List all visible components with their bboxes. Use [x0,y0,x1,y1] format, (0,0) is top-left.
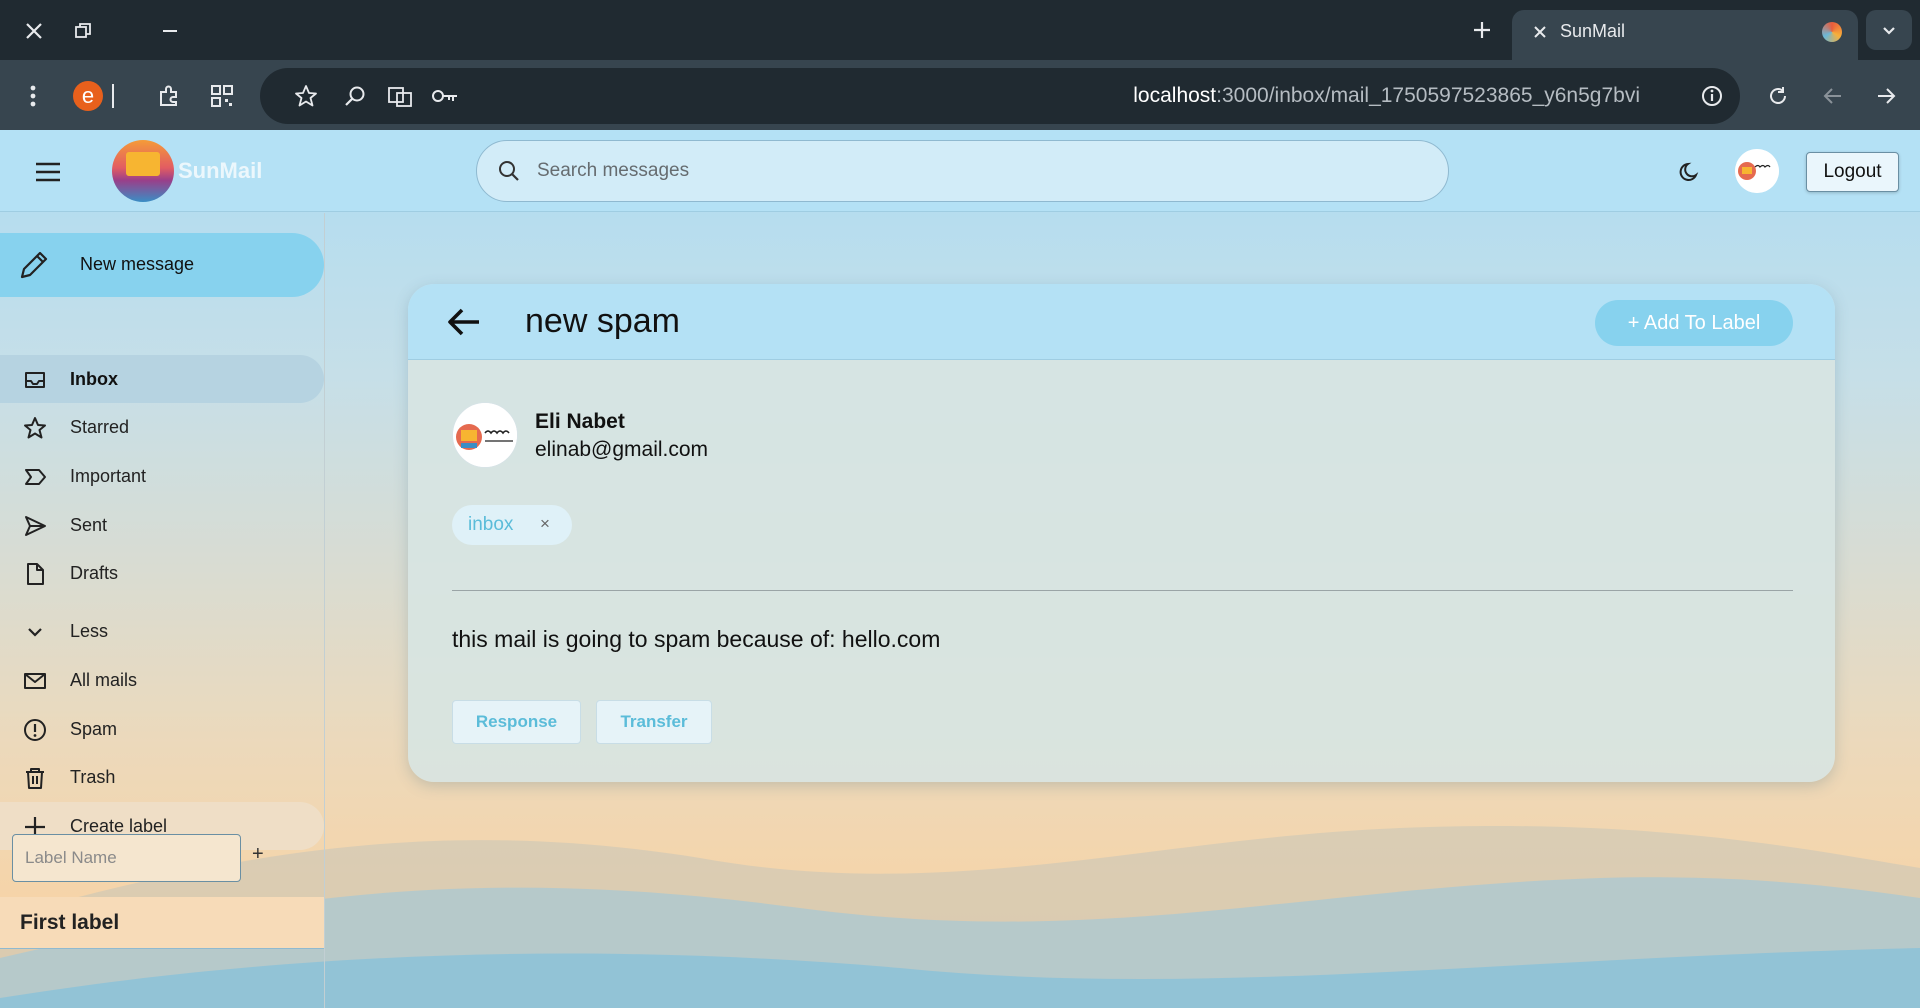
mail-header: new spam + Add To Label [408,284,1835,360]
sidebar-item-starred[interactable]: Starred [0,403,324,451]
extensions-puzzle-icon[interactable] [149,76,189,116]
transfer-button[interactable]: Transfer [596,700,712,744]
inbox-icon [22,367,48,393]
site-info-icon[interactable] [1692,76,1732,116]
forward-nav-icon[interactable] [1866,76,1906,116]
logout-button[interactable]: Logout [1806,152,1899,192]
app-header: SunMail Logout [0,130,1920,212]
address-bar[interactable]: localhost:3000/inbox/mail_1750597523865_… [260,68,1740,124]
tab-favicon-icon [1822,22,1842,42]
sender-name: Eli Nabet [535,410,625,433]
mail-view-card: new spam + Add To Label Eli Nabet elinab… [408,284,1835,782]
trash-icon [22,765,48,791]
extension-e-icon[interactable]: e [68,76,108,116]
sidebar-item-inbox[interactable]: Inbox [0,355,324,403]
dark-mode-moon-icon[interactable] [1670,152,1710,192]
sunmail-app: SunMail Logout New message Inbox [0,130,1920,1008]
sidebar-item-spam[interactable]: Spam [0,705,324,753]
mail-label-chip: inbox × [452,505,572,545]
sunmail-logo[interactable]: SunMail [112,140,262,202]
mail-body: this mail is going to spam because of: h… [452,626,941,652]
send-icon [22,513,48,539]
back-arrow-icon[interactable] [442,300,486,344]
sidebar-item-all-mails[interactable]: All mails [0,656,324,704]
menu-hamburger-icon[interactable] [28,152,68,192]
restore-window-icon[interactable] [63,14,103,48]
browser-tab[interactable]: SunMail [1512,10,1858,60]
url-text[interactable]: localhost:3000/inbox/mail_1750597523865_… [1133,84,1640,108]
user-avatar[interactable] [1735,149,1779,193]
chevron-down-icon [22,619,48,645]
reload-icon[interactable] [1758,76,1798,116]
star-icon [22,415,48,441]
browser-toolbar: e localhost:3000/inbox/mail_175059752386… [0,60,1920,130]
mail-icon [22,668,48,694]
sidebar-user-label[interactable]: First label [0,897,324,949]
add-label-plus-button[interactable]: + [252,843,264,866]
sender-avatar [452,402,518,468]
new-message-button[interactable]: New message [0,233,324,297]
sender-email: elinab@gmail.com [535,438,709,461]
browser-menu-icon[interactable] [13,76,53,116]
draft-icon [22,561,48,587]
back-nav-icon[interactable] [1813,76,1853,116]
password-key-icon[interactable] [425,76,465,116]
important-icon [22,464,48,490]
sidebar-item-less[interactable]: Less [0,607,324,655]
tab-search-icon[interactable] [1866,10,1912,50]
qr-code-icon[interactable] [202,76,242,116]
browser-tab-bar: SunMail [0,0,1920,60]
mail-divider [452,590,1793,591]
search-icon [497,159,521,188]
sidebar: New message Inbox Starred Important Sent [0,213,325,1008]
mail-subject: new spam [525,302,680,340]
sidebar-item-important[interactable]: Important [0,452,324,500]
pencil-icon [16,249,50,288]
label-name-input[interactable] [12,834,241,882]
translate-icon[interactable] [380,76,420,116]
sidebar-item-drafts[interactable]: Drafts [0,549,324,597]
search-bar[interactable] [476,140,1449,202]
toolbar-divider [103,76,123,116]
response-button[interactable]: Response [452,700,581,744]
new-tab-icon[interactable] [1462,12,1502,48]
sidebar-item-sent[interactable]: Sent [0,501,324,549]
add-to-label-button[interactable]: + Add To Label [1595,300,1793,346]
bookmark-star-icon[interactable] [286,76,326,116]
remove-label-icon[interactable]: × [540,514,550,534]
search-input[interactable] [537,141,1417,200]
zoom-icon[interactable] [335,76,375,116]
tab-title: SunMail [1560,21,1626,41]
spam-icon [22,717,48,743]
sidebar-item-trash[interactable]: Trash [0,753,324,801]
minimize-window-icon[interactable] [150,14,190,48]
close-window-icon[interactable] [14,14,54,48]
logo-emblem-icon [112,140,174,202]
tab-close-icon[interactable] [1526,18,1554,46]
